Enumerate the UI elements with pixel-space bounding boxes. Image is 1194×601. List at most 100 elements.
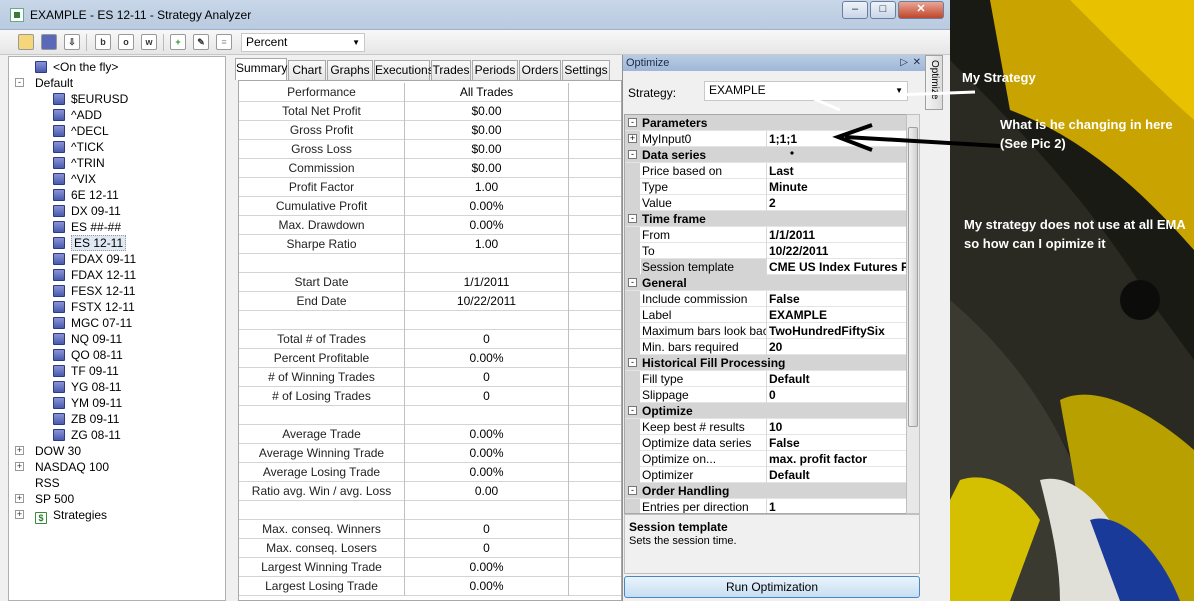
- tree-node[interactable]: DX 09-11: [53, 203, 121, 219]
- property-row[interactable]: Optimize data series False: [625, 435, 906, 451]
- print-icon[interactable]: ⇩: [64, 34, 80, 50]
- backtest-icon[interactable]: b: [95, 34, 111, 50]
- run-optimization-button[interactable]: Run Optimization: [624, 576, 920, 598]
- optimize-icon[interactable]: o: [118, 34, 134, 50]
- tab-chart[interactable]: Chart: [288, 60, 326, 80]
- tree-node[interactable]: ^DECL: [53, 123, 109, 139]
- close-button[interactable]: ✕: [898, 1, 944, 19]
- tree-node[interactable]: $EURUSD: [53, 91, 128, 107]
- tab-summary[interactable]: Summary: [235, 58, 287, 80]
- tree-node[interactable]: + $ Strategies: [15, 507, 107, 524]
- tab-trades[interactable]: Trades: [431, 60, 471, 80]
- property-category[interactable]: - Order Handling: [625, 483, 906, 499]
- tree-node[interactable]: NQ 09-11: [53, 331, 122, 347]
- collapse-icon[interactable]: -: [628, 406, 637, 415]
- tree-node[interactable]: - Default: [15, 75, 73, 91]
- property-row[interactable]: Price based on Last: [625, 163, 906, 179]
- edit-icon[interactable]: ✎: [193, 34, 209, 50]
- collapse-icon[interactable]: -: [628, 150, 637, 159]
- property-value[interactable]: 1/1/2011: [768, 227, 906, 243]
- tree-node[interactable]: ES ##-##: [53, 219, 121, 235]
- collapse-icon[interactable]: -: [628, 118, 637, 127]
- property-value[interactable]: 1;1;1: [768, 131, 906, 147]
- strategy-dropdown[interactable]: EXAMPLE ▼: [704, 81, 908, 101]
- property-value[interactable]: Default: [768, 467, 906, 483]
- tree-node[interactable]: FDAX 09-11: [53, 251, 136, 267]
- property-row[interactable]: Optimize on... max. profit factor: [625, 451, 906, 467]
- tree-node[interactable]: ^VIX: [53, 171, 96, 187]
- property-value[interactable]: Default: [768, 371, 906, 387]
- property-row[interactable]: Min. bars required 20: [625, 339, 906, 355]
- property-row[interactable]: Include commission False: [625, 291, 906, 307]
- property-row[interactable]: Fill type Default: [625, 371, 906, 387]
- property-value[interactable]: Last: [768, 163, 906, 179]
- tree-node[interactable]: YG 08-11: [53, 379, 121, 395]
- property-value[interactable]: 10: [768, 419, 906, 435]
- tree-node[interactable]: 6E 12-11: [53, 187, 119, 203]
- title-bar[interactable]: EXAMPLE - ES 12-11 - Strategy Analyzer –…: [0, 0, 950, 30]
- collapse-icon[interactable]: -: [628, 278, 637, 287]
- property-value[interactable]: 1: [768, 499, 906, 513]
- property-row[interactable]: Optimizer Default: [625, 467, 906, 483]
- collapse-icon[interactable]: -: [15, 78, 24, 87]
- property-category[interactable]: - General: [625, 275, 906, 291]
- property-value[interactable]: EXAMPLE: [768, 307, 906, 323]
- expand-icon[interactable]: +: [15, 510, 24, 519]
- open-folder-icon[interactable]: [18, 34, 34, 50]
- add-icon[interactable]: +: [170, 34, 186, 50]
- tree-node[interactable]: YM 09-11: [53, 395, 122, 411]
- maximize-button[interactable]: □: [870, 1, 896, 19]
- property-row[interactable]: Session templateCME US Index Futures RTH: [625, 259, 906, 275]
- property-value[interactable]: 10/22/2011: [768, 243, 906, 259]
- property-value[interactable]: Minute: [768, 179, 906, 195]
- collapse-icon[interactable]: -: [628, 214, 637, 223]
- tab-graphs[interactable]: Graphs: [327, 60, 373, 80]
- property-row[interactable]: From 1/1/2011: [625, 227, 906, 243]
- property-category[interactable]: - Data series: [625, 147, 906, 163]
- tree-node[interactable]: FESX 12-11: [53, 283, 135, 299]
- property-value[interactable]: 2: [768, 195, 906, 211]
- property-category[interactable]: - Time frame: [625, 211, 906, 227]
- collapse-icon[interactable]: -: [628, 486, 637, 495]
- property-category[interactable]: - Optimize: [625, 403, 906, 419]
- property-row[interactable]: Label EXAMPLE: [625, 307, 906, 323]
- property-row[interactable]: Maximum bars look back TwoHundredFiftySix: [625, 323, 906, 339]
- walk-forward-icon[interactable]: w: [141, 34, 157, 50]
- property-row[interactable]: Keep best # results 10: [625, 419, 906, 435]
- property-row[interactable]: To 10/22/2011: [625, 243, 906, 259]
- tree-node[interactable]: ^ADD: [53, 107, 102, 123]
- tree-node[interactable]: ZB 09-11: [53, 411, 119, 427]
- tree-node[interactable]: ^TRIN: [53, 155, 105, 171]
- tree-node[interactable]: QO 08-11: [53, 347, 123, 363]
- property-value[interactable]: False: [768, 435, 906, 451]
- property-scrollbar[interactable]: [906, 114, 920, 514]
- optimize-side-tab[interactable]: Optimize: [925, 55, 943, 110]
- scrollbar-thumb[interactable]: [908, 127, 918, 427]
- property-row[interactable]: Value 2: [625, 195, 906, 211]
- property-category[interactable]: - Historical Fill Processing: [625, 355, 906, 371]
- save-icon[interactable]: [41, 34, 57, 50]
- tree-node[interactable]: + NASDAQ 100: [15, 459, 109, 475]
- tree-node[interactable]: ES 12-11: [53, 235, 127, 251]
- property-row[interactable]: Entries per direction 1: [625, 499, 906, 513]
- minimize-button[interactable]: –: [842, 1, 868, 19]
- property-row[interactable]: Slippage 0: [625, 387, 906, 403]
- display-mode-dropdown[interactable]: Percent ▼: [241, 33, 365, 52]
- property-category[interactable]: - Parameters: [625, 115, 906, 131]
- expand-icon[interactable]: +: [15, 462, 24, 471]
- tab-settings[interactable]: Settings: [562, 60, 610, 80]
- property-value[interactable]: 0: [768, 387, 906, 403]
- pin-icon[interactable]: ▷: [900, 55, 908, 71]
- property-row[interactable]: + MyInput0 1;1;1: [625, 131, 906, 147]
- property-value[interactable]: CME US Index Futures RTH: [768, 259, 906, 275]
- tree-node[interactable]: ^TICK: [53, 139, 104, 155]
- tree-node[interactable]: + DOW 30: [15, 443, 81, 459]
- property-value[interactable]: False: [768, 291, 906, 307]
- tree-node[interactable]: MGC 07-11: [53, 315, 132, 331]
- tab-executions[interactable]: Executions: [374, 60, 434, 80]
- tree-node[interactable]: RSS: [35, 475, 60, 491]
- collapse-icon[interactable]: -: [628, 358, 637, 367]
- tree-node[interactable]: TF 09-11: [53, 363, 119, 379]
- tree-node[interactable]: FDAX 12-11: [53, 267, 136, 283]
- expand-icon[interactable]: +: [15, 494, 24, 503]
